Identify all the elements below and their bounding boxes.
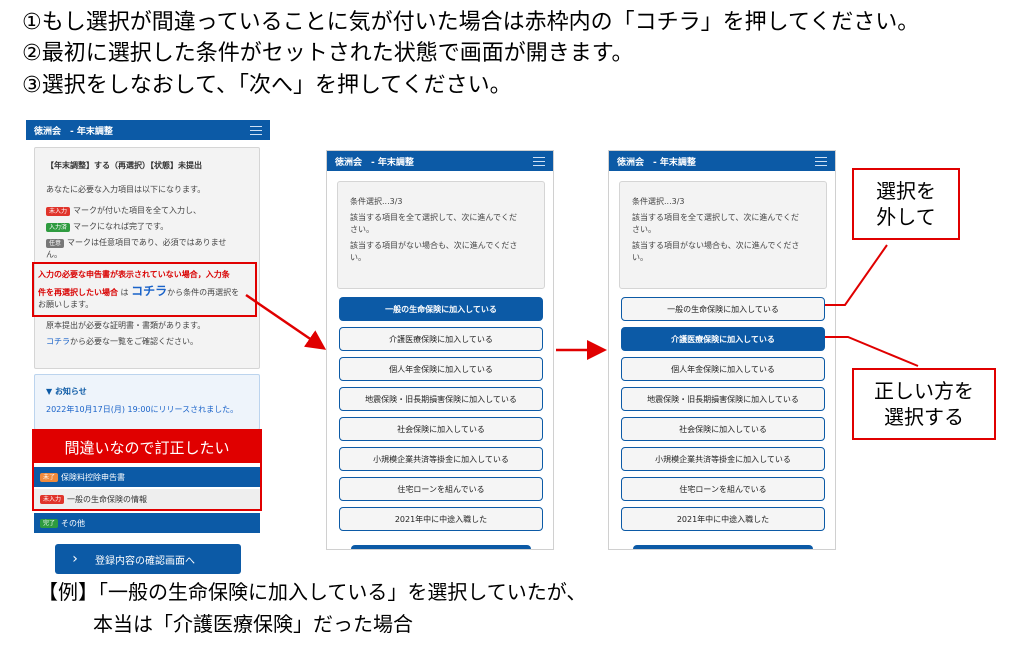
example-caption-line1: 【例】「一般の生命保険に加入している」を選択していたが、	[38, 580, 587, 604]
example-caption-line2: 本当は「介護医療保険」だった場合	[93, 612, 413, 636]
callout-line-select	[825, 336, 919, 367]
callout-line-deselect	[825, 244, 888, 306]
annotation-arrows	[245, 244, 919, 367]
arrow-to-screen-2	[245, 293, 327, 350]
callout-deselect: 選択を 外して	[852, 168, 960, 240]
callout-select: 正しい方を 選択する	[852, 368, 996, 440]
